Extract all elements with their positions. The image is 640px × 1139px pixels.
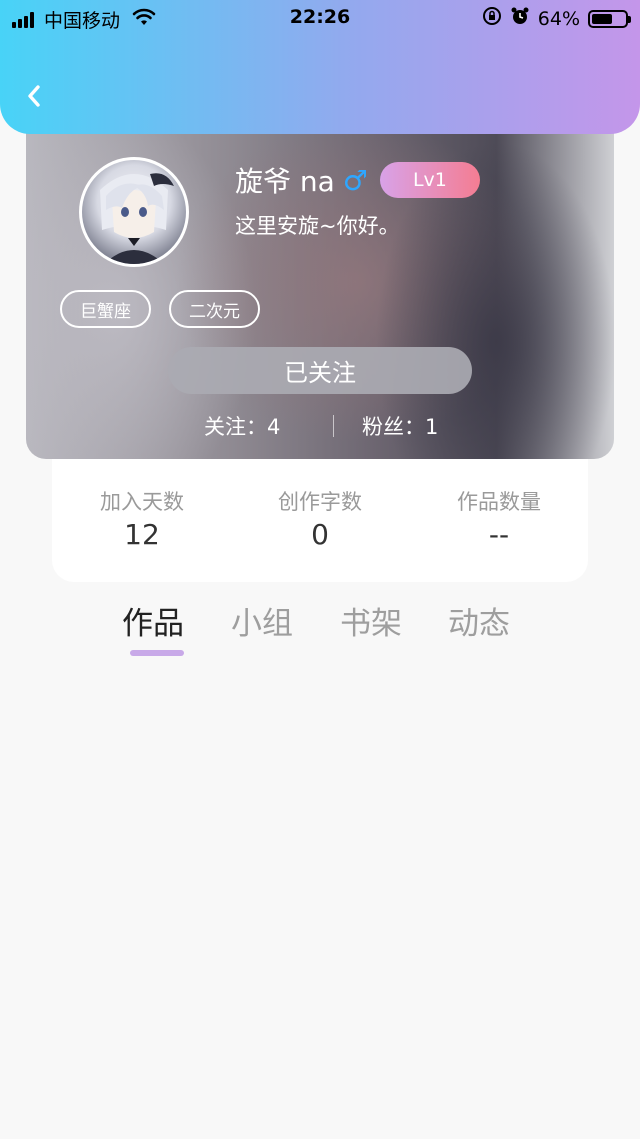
fans-count[interactable]: 粉丝：1 <box>362 411 438 441</box>
level-badge: Lv1 <box>379 162 480 198</box>
tab-works[interactable]: 作品 <box>122 598 184 643</box>
tag-item: 巨蟹座 <box>60 290 151 328</box>
avatar[interactable] <box>79 157 189 267</box>
status-bar: 中国移动 22:26 64% <box>0 0 640 36</box>
header: 中国移动 22:26 64% <box>0 0 640 134</box>
stat-label: 加入天数 <box>100 490 184 514</box>
stat-value: 12 <box>124 518 160 551</box>
battery-percent: 64% <box>537 7 580 30</box>
stat-word-count: 创作字数 0 <box>230 486 410 551</box>
chevron-left-icon <box>28 85 40 107</box>
avatar-image <box>82 160 186 264</box>
back-button[interactable] <box>18 80 50 112</box>
follow-stats: 关注：4 粉丝：1 <box>26 411 614 441</box>
stat-join-days: 加入天数 12 <box>52 486 232 551</box>
divider <box>333 415 334 437</box>
stat-label: 作品数量 <box>457 490 541 514</box>
following-count[interactable]: 关注：4 <box>204 411 280 441</box>
bio-text: 这里安旋~你好。 <box>235 214 400 238</box>
tab-indicator <box>130 650 184 656</box>
profile-card: 旋爷 na ♂ Lv1 这里安旋~你好。 巨蟹座 二次元 已关注 关注：4 粉丝… <box>26 112 614 459</box>
stat-label: 创作字数 <box>278 490 362 514</box>
stat-works-count: 作品数量 -- <box>409 486 589 551</box>
tag-item: 二次元 <box>169 290 260 328</box>
tab-bar: 作品 小组 书架 动态 <box>0 598 640 662</box>
rotation-lock-icon <box>482 6 502 31</box>
tab-bookshelf[interactable]: 书架 <box>340 598 402 643</box>
tag-list: 巨蟹座 二次元 <box>60 290 260 328</box>
username: 旋爷 na <box>235 165 335 198</box>
follow-button[interactable]: 已关注 <box>168 347 472 394</box>
male-icon: ♂ <box>342 163 368 197</box>
tab-activity[interactable]: 动态 <box>448 598 510 643</box>
battery-icon <box>588 9 631 28</box>
stat-value: 0 <box>311 518 329 551</box>
stat-value: -- <box>488 518 510 551</box>
alarm-icon <box>510 6 530 31</box>
tab-groups[interactable]: 小组 <box>231 598 293 643</box>
stats-card: 加入天数 12 创作字数 0 作品数量 -- <box>52 440 588 582</box>
